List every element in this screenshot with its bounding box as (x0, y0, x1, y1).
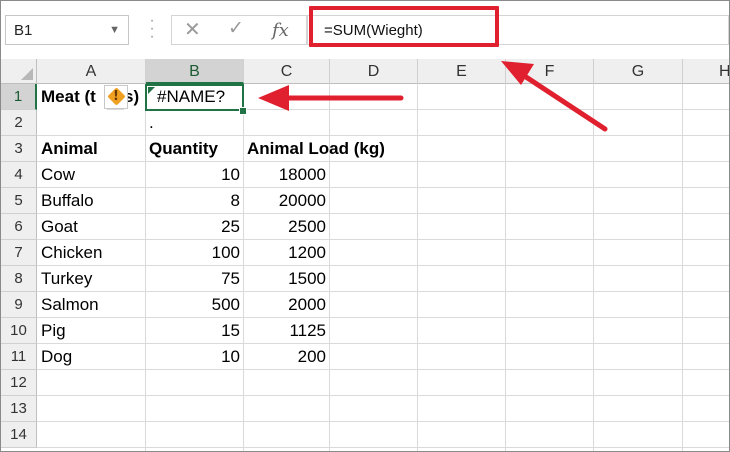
row-header-4[interactable]: 4 (1, 162, 37, 188)
row-header-13[interactable]: 13 (1, 396, 37, 422)
error-indicator-triangle (148, 87, 155, 94)
cell-quantity[interactable]: 10 (145, 162, 244, 188)
cell-quantity[interactable]: 100 (145, 240, 244, 266)
cell-animal[interactable]: Dog (37, 344, 146, 370)
insert-function-icon[interactable]: fx (272, 20, 289, 41)
cell-load[interactable]: 200 (243, 344, 330, 370)
row-header-14[interactable]: 14 (1, 422, 37, 448)
cell-animal[interactable]: Chicken (37, 240, 146, 266)
cell-animal[interactable]: Turkey (37, 266, 146, 292)
column-header-f[interactable]: F (506, 59, 594, 84)
row-header-3[interactable]: 3 (1, 136, 37, 162)
column-header-d[interactable]: D (330, 59, 418, 84)
header-animal-load[interactable]: Animal Load (kg) (243, 136, 413, 162)
cell-quantity[interactable]: 25 (145, 214, 244, 240)
column-header-a[interactable]: A (37, 59, 146, 84)
worksheet-grid[interactable]: A B C D E F G H 1 2 3 4 5 6 7 8 9 10 11 … (1, 59, 729, 451)
header-animal[interactable]: Animal (37, 136, 146, 162)
excel-window: B1 ▼ · · · ✕ ✓ fx =SUM(Wieght) A B C D E F… (0, 0, 730, 452)
column-header-g[interactable]: G (594, 59, 683, 84)
row-header-8[interactable]: 8 (1, 266, 37, 292)
cell-animal[interactable]: Salmon (37, 292, 146, 318)
cell-load[interactable]: 1500 (243, 266, 330, 292)
active-cell-border (145, 84, 244, 111)
row-header-2[interactable]: 2 (1, 110, 37, 136)
column-header-b[interactable]: B (146, 59, 244, 84)
enter-icon[interactable]: ✓ (228, 17, 244, 40)
cell-animal[interactable]: Buffalo (37, 188, 146, 214)
error-warning-button[interactable]: ! (104, 85, 128, 109)
formula-bar-area: B1 ▼ · · · ✕ ✓ fx =SUM(Wieght) (1, 1, 729, 60)
gridline (37, 395, 729, 396)
formula-highlight-box (309, 6, 499, 47)
gridline (37, 421, 729, 422)
cell-animal[interactable]: Cow (37, 162, 146, 188)
cell-quantity[interactable]: 10 (145, 344, 244, 370)
select-all-icon (21, 68, 33, 80)
name-box[interactable]: B1 ▼ (5, 15, 129, 45)
warning-exclamation: ! (113, 89, 119, 104)
cell-quantity[interactable]: 8 (145, 188, 244, 214)
cell-quantity[interactable]: 15 (145, 318, 244, 344)
row-header-9[interactable]: 9 (1, 292, 37, 318)
cell-load[interactable]: 2500 (243, 214, 330, 240)
cancel-icon[interactable]: ✕ (184, 17, 201, 42)
chevron-down-icon[interactable]: ▼ (109, 24, 120, 36)
cell-load[interactable]: 1200 (243, 240, 330, 266)
formula-controls: ✕ ✓ fx (171, 15, 307, 45)
cell-load[interactable]: 1125 (243, 318, 330, 344)
cell-a1[interactable]: Meat (t (37, 84, 107, 110)
more-options-icon[interactable]: · · · (149, 13, 155, 45)
row-header-5[interactable]: 5 (1, 188, 37, 214)
cell-quantity[interactable]: 75 (145, 266, 244, 292)
cell-load[interactable]: 18000 (243, 162, 330, 188)
cell-load[interactable]: 2000 (243, 292, 330, 318)
row-header-6[interactable]: 6 (1, 214, 37, 240)
row-header-7[interactable]: 7 (1, 240, 37, 266)
cell-load[interactable]: 20000 (243, 188, 330, 214)
name-box-value: B1 (14, 22, 33, 39)
column-header-c[interactable]: C (244, 59, 330, 84)
row-header-11[interactable]: 11 (1, 344, 37, 370)
row-header-10[interactable]: 10 (1, 318, 37, 344)
cell-animal[interactable]: Pig (37, 318, 146, 344)
cell-quantity[interactable]: 500 (145, 292, 244, 318)
cell-b2[interactable]: . (149, 111, 154, 137)
header-quantity[interactable]: Quantity (145, 136, 244, 162)
fill-handle[interactable] (239, 107, 247, 115)
cell-animal[interactable]: Goat (37, 214, 146, 240)
select-all-button[interactable] (1, 59, 37, 84)
row-header-12[interactable]: 12 (1, 370, 37, 396)
column-header-e[interactable]: E (418, 59, 506, 84)
gridline (37, 447, 729, 448)
row-header-1[interactable]: 1 (1, 84, 37, 110)
column-header-h[interactable]: H (683, 59, 729, 84)
